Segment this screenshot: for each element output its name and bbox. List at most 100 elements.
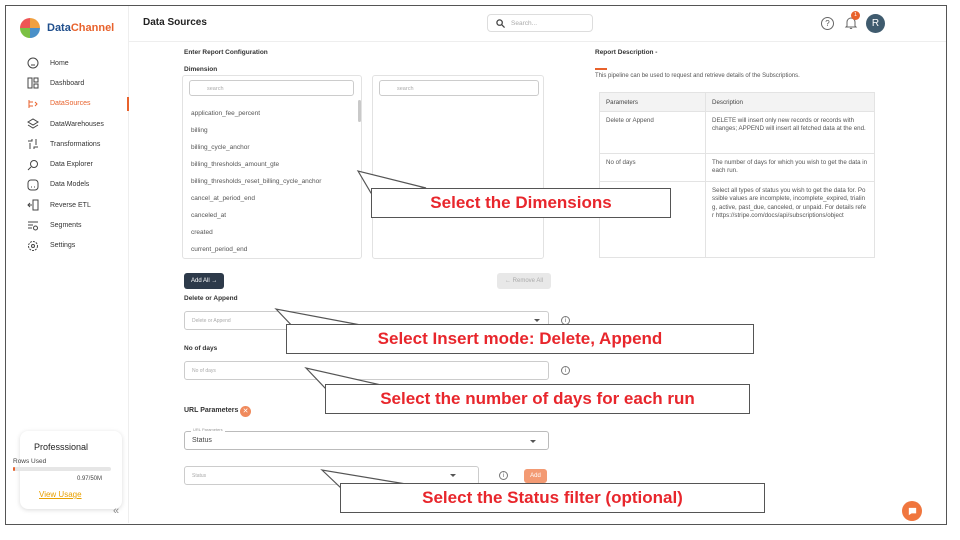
- add-all-button[interactable]: Add All →: [184, 273, 225, 289]
- dimension-label: Dimension: [184, 66, 218, 73]
- list-item[interactable]: billing_thresholds_reset_billing_cycle_a…: [191, 178, 321, 185]
- select-placeholder: Status: [192, 473, 207, 479]
- sidebar-item-label: Segments: [50, 222, 82, 230]
- delete-append-label: Delete or Append: [184, 295, 238, 302]
- selected-dimensions-list[interactable]: search: [372, 75, 544, 259]
- table-cell: No of days: [599, 153, 706, 182]
- list-item[interactable]: cancel_at_period_end: [191, 195, 255, 202]
- info-icon[interactable]: i: [561, 366, 570, 375]
- transform-icon: [27, 138, 39, 150]
- sidebar-item-segments[interactable]: Segments: [6, 215, 129, 235]
- chevron-down-icon: [534, 319, 540, 322]
- reverse-etl-icon: [27, 199, 39, 211]
- days-input[interactable]: No of days: [184, 361, 549, 380]
- remove-all-button[interactable]: ← Remove All: [497, 273, 552, 289]
- list-scrollbar[interactable]: [358, 100, 361, 122]
- notification-badge: 1: [851, 11, 860, 20]
- search-input[interactable]: Search...: [487, 14, 593, 32]
- sidebar-item-reverse-etl[interactable]: Reverse ETL: [6, 195, 129, 215]
- models-icon: [27, 179, 39, 191]
- sidebar-item-data-explorer[interactable]: Data Explorer: [6, 154, 129, 174]
- input-placeholder: No of days: [192, 368, 216, 374]
- report-config-title: Enter Report Configuration: [184, 49, 268, 56]
- sidebar-item-home[interactable]: Home: [6, 53, 129, 73]
- select-value: Status: [192, 437, 212, 444]
- dimension-search-input[interactable]: search: [189, 80, 354, 96]
- datachannel-logo-icon: [20, 18, 40, 38]
- table-row: No of days The number of days for which …: [599, 153, 875, 182]
- days-label: No of days: [184, 345, 218, 352]
- callout-insert-mode: Select Insert mode: Delete, Append: [286, 324, 754, 354]
- report-description: This pipeline can be used to request and…: [595, 73, 800, 79]
- view-usage-link[interactable]: View Usage: [39, 490, 82, 499]
- list-item[interactable]: current_period_end: [191, 246, 247, 253]
- sidebar-item-label: Data Explorer: [50, 161, 93, 169]
- select-placeholder: Delete or Append: [192, 318, 231, 324]
- page-title: Data Sources: [143, 17, 207, 28]
- settings-icon: [27, 240, 39, 252]
- sidebar-item-label: Dashboard: [50, 79, 85, 87]
- table-cell: The number of days for which you wish to…: [705, 153, 875, 182]
- sidebar-item-data-models[interactable]: Data Models: [6, 175, 129, 195]
- usage-progress-bar: [13, 467, 111, 471]
- column-header: Description: [705, 92, 875, 112]
- available-dimensions-list[interactable]: search application_fee_percent billing b…: [182, 75, 362, 259]
- search-placeholder: Search...: [511, 19, 538, 27]
- table-cell: Select all types of status you wish to g…: [705, 181, 875, 258]
- main-content: Enter Report Configuration Dimension sea…: [129, 42, 946, 523]
- sidebar-nav: Home Dashboard DataSources DataWarehouse…: [6, 53, 129, 256]
- url-parameters-label: URL Parameters: [184, 407, 239, 414]
- column-header: Parameters: [599, 92, 706, 112]
- avatar[interactable]: R: [866, 14, 885, 33]
- url-parameter-select[interactable]: Status: [184, 431, 549, 450]
- table-cell: DELETE will insert only new records or r…: [705, 111, 875, 154]
- chat-button[interactable]: [902, 501, 922, 521]
- callout-dimensions: Select the Dimensions: [371, 188, 671, 218]
- chevron-down-icon: [530, 440, 536, 443]
- sidebar-item-dashboard[interactable]: Dashboard: [6, 73, 129, 93]
- collapse-sidebar-icon[interactable]: «: [113, 505, 119, 517]
- info-icon[interactable]: i: [499, 471, 508, 480]
- plan-title: Professsional: [34, 442, 89, 452]
- plan-card: Professsional Rows Used 0.97/50M View Us…: [13, 431, 122, 509]
- dashboard-icon: [27, 77, 39, 89]
- chevron-down-icon: [450, 474, 456, 477]
- sidebar-item-label: DataSources: [50, 100, 91, 108]
- callout-days: Select the number of days for each run: [325, 384, 750, 414]
- report-description-title: Report Description -: [595, 49, 658, 56]
- top-bar: Data Sources Search... ? 1 R: [129, 6, 946, 42]
- sidebar-item-label: Home: [50, 59, 69, 67]
- table-cell: Delete or Append: [599, 111, 706, 154]
- app-frame: DataChannel Home Dashboard DataSources D…: [5, 5, 947, 525]
- table-row: Delete or Append DELETE will insert only…: [599, 111, 875, 154]
- sidebar-item-datasources[interactable]: DataSources: [6, 94, 129, 114]
- sidebar-item-label: Transformations: [50, 140, 101, 148]
- rows-used-value: 0.97/50M: [76, 476, 102, 482]
- search-icon: [496, 18, 505, 28]
- list-item[interactable]: billing: [191, 127, 208, 134]
- sidebar-item-settings[interactable]: Settings: [6, 236, 129, 256]
- sidebar: DataChannel Home Dashboard DataSources D…: [6, 6, 129, 523]
- sidebar-item-label: DataWarehouses: [50, 120, 104, 128]
- list-item[interactable]: created: [191, 229, 213, 236]
- list-item[interactable]: canceled_at: [191, 212, 226, 219]
- rows-used-label: Rows Used: [13, 458, 47, 465]
- sidebar-item-datawarehouses[interactable]: DataWarehouses: [6, 114, 129, 134]
- parameters-table: Parameters Description Delete or Append …: [599, 92, 875, 258]
- table-header-row: Parameters Description: [599, 92, 875, 112]
- datasources-icon: [27, 98, 39, 110]
- sidebar-item-label: Data Models: [50, 181, 90, 189]
- list-item[interactable]: billing_cycle_anchor: [191, 144, 250, 151]
- explorer-icon: [27, 159, 39, 171]
- logo[interactable]: DataChannel: [20, 18, 114, 38]
- list-item[interactable]: application_fee_percent: [191, 110, 260, 117]
- sidebar-item-transformations[interactable]: Transformations: [6, 134, 129, 154]
- floating-label: URL Parameters: [191, 427, 225, 432]
- sidebar-item-label: Settings: [50, 242, 76, 250]
- close-icon[interactable]: ✕: [240, 406, 251, 417]
- help-icon[interactable]: ?: [821, 17, 834, 30]
- selected-search-input[interactable]: search: [379, 80, 539, 96]
- list-item[interactable]: billing_thresholds_amount_gte: [191, 161, 279, 168]
- add-status-button[interactable]: Add: [524, 469, 547, 483]
- logo-text: DataChannel: [47, 22, 115, 34]
